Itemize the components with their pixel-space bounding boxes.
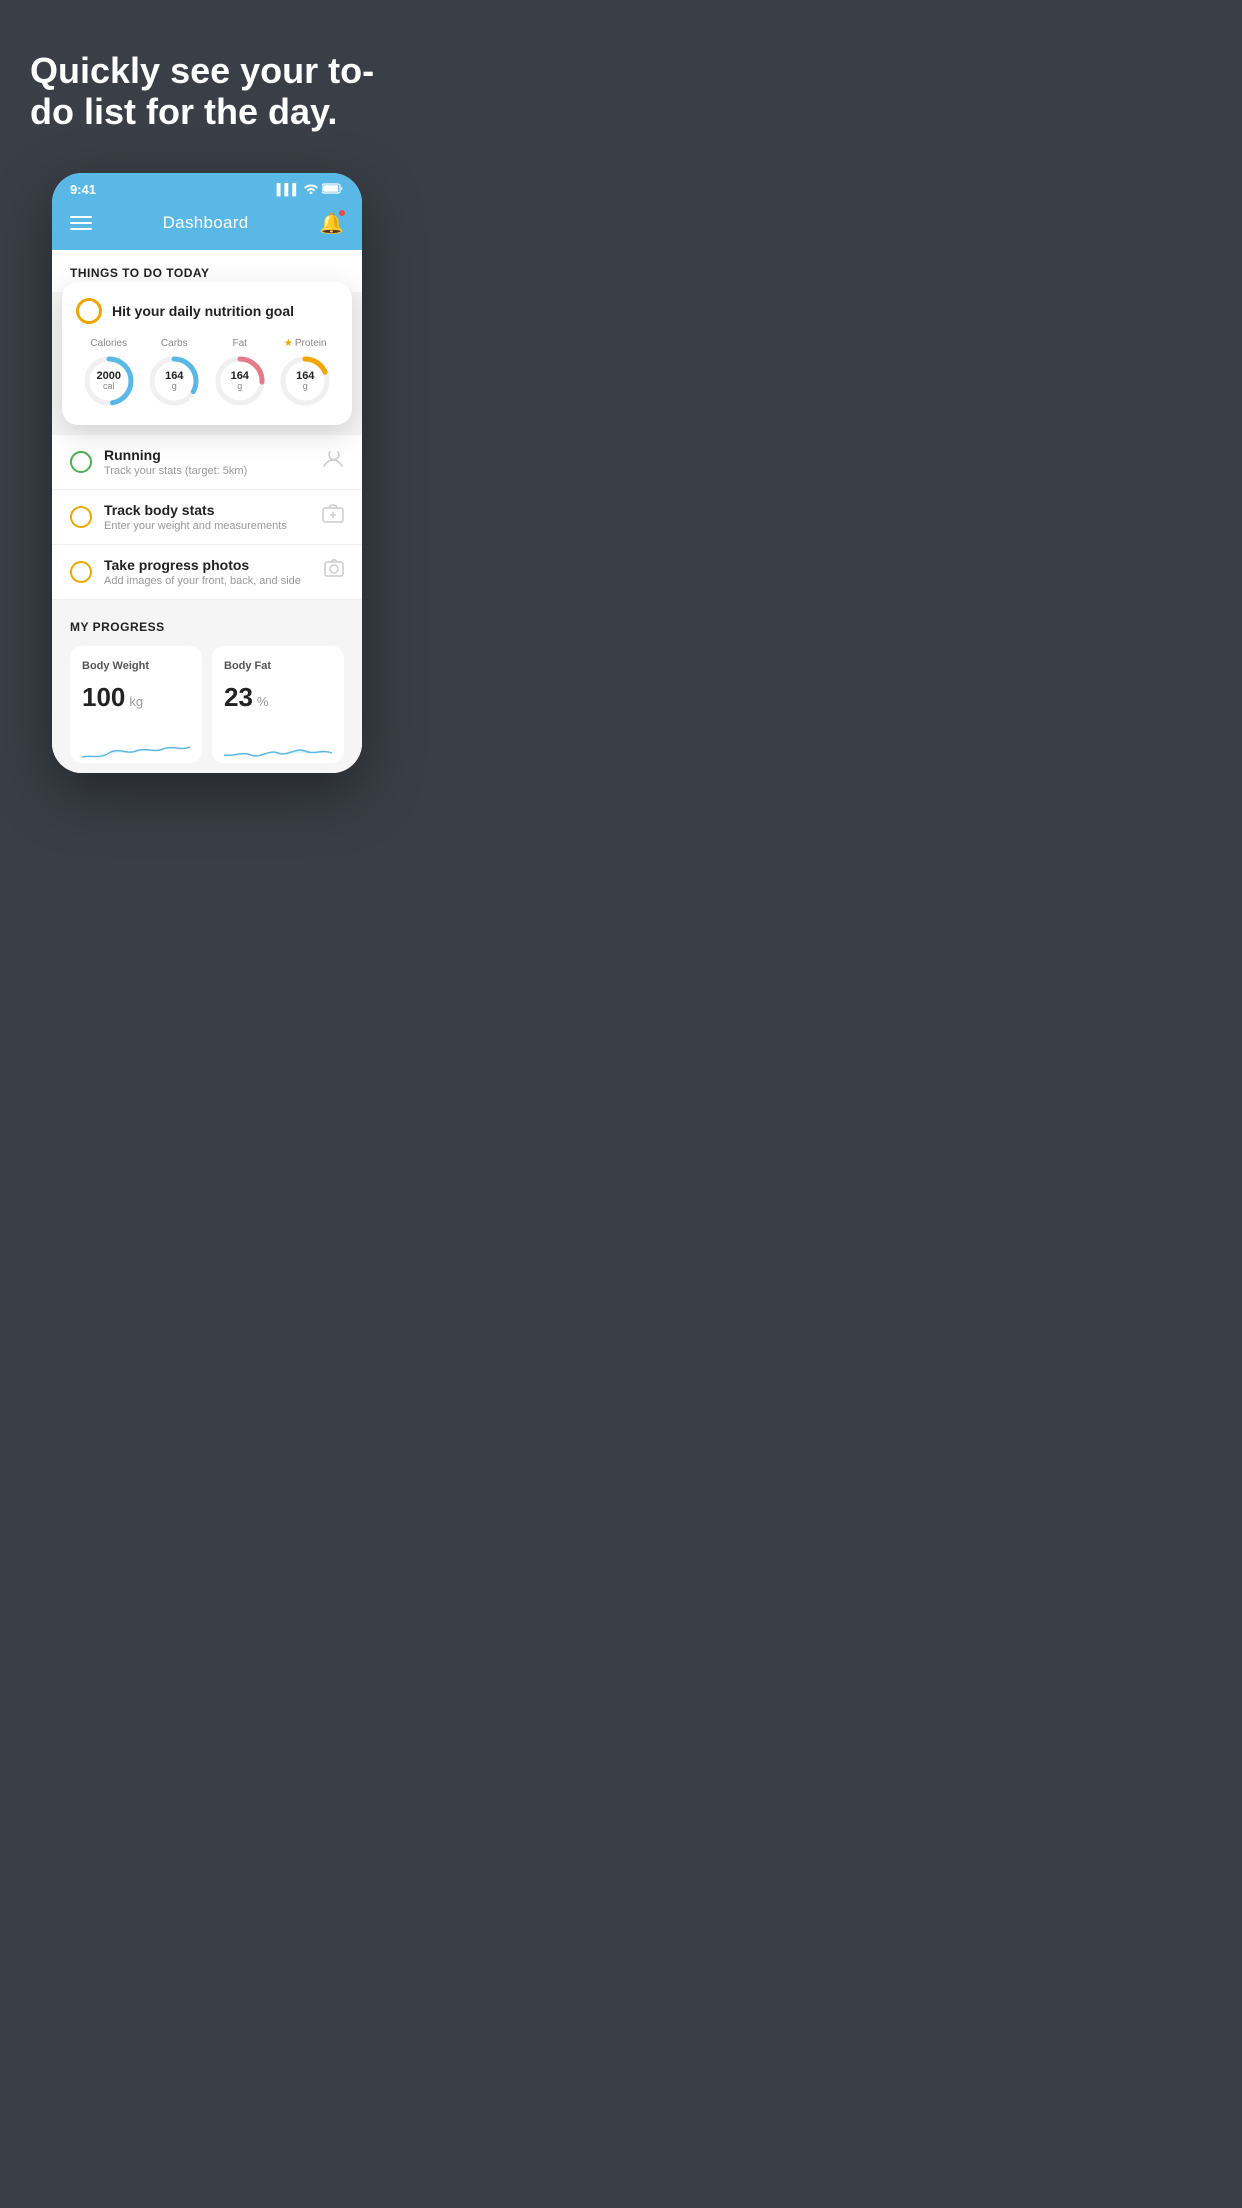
- nav-bar: Dashboard 🔔: [52, 203, 362, 250]
- running-title: Running: [104, 447, 310, 463]
- body-weight-label: Body Weight: [82, 660, 190, 672]
- progress-photos-subtitle: Add images of your front, back, and side: [104, 575, 312, 587]
- todo-list: Running Track your stats (target: 5km): [52, 435, 362, 600]
- progress-section-title: MY PROGRESS: [70, 620, 344, 634]
- hero-section: Quickly see your to-do list for the day.: [0, 0, 414, 163]
- body-fat-value-row: 23 %: [224, 682, 332, 713]
- body-stats-check[interactable]: [70, 506, 92, 528]
- protein-item: ★ Protein 164 g: [277, 338, 333, 409]
- body-weight-value: 100: [82, 682, 125, 713]
- notification-dot: [338, 209, 346, 217]
- protein-label: ★ Protein: [284, 338, 327, 349]
- calories-label: Calories: [90, 338, 127, 349]
- progress-cards: Body Weight 100 kg: [70, 646, 344, 763]
- fat-label: Fat: [233, 338, 247, 349]
- body-fat-chart: [224, 727, 332, 763]
- running-subtitle: Track your stats (target: 5km): [104, 465, 310, 477]
- body-stats-subtitle: Enter your weight and measurements: [104, 520, 310, 532]
- photo-icon: [324, 559, 344, 584]
- body-weight-card: Body Weight 100 kg: [70, 646, 202, 763]
- carbs-item: Carbs 164 g: [146, 338, 202, 409]
- progress-photos-check[interactable]: [70, 561, 92, 583]
- progress-photos-title: Take progress photos: [104, 557, 312, 573]
- status-time: 9:41: [70, 182, 96, 197]
- carbs-unit: g: [165, 382, 183, 392]
- progress-section: MY PROGRESS Body Weight 100 kg: [52, 600, 362, 773]
- fat-item: Fat 164 g: [212, 338, 268, 409]
- running-icon: [322, 450, 344, 473]
- battery-icon: [322, 183, 344, 197]
- section-title: THINGS TO DO TODAY: [70, 266, 209, 280]
- body-fat-unit: %: [257, 694, 269, 709]
- protein-donut: 164 g: [277, 353, 333, 409]
- signal-icon: ▌▌▌: [277, 184, 300, 196]
- notification-button[interactable]: 🔔: [319, 211, 344, 236]
- phone-frame: 9:41 ▌▌▌: [52, 173, 362, 773]
- body-weight-unit: kg: [129, 694, 143, 709]
- carbs-label: Carbs: [161, 338, 188, 349]
- star-icon: ★: [284, 338, 293, 349]
- nutrition-card: Hit your daily nutrition goal Calories: [62, 282, 352, 425]
- fat-unit: g: [231, 382, 249, 392]
- body-weight-chart: [82, 727, 190, 763]
- nutrition-card-title: Hit your daily nutrition goal: [112, 303, 294, 319]
- nutrition-card-header: Hit your daily nutrition goal: [76, 298, 338, 324]
- nutrition-check-circle[interactable]: [76, 298, 102, 324]
- scale-icon: [322, 504, 344, 529]
- calories-item: Calories 2000 cal: [81, 338, 137, 409]
- calories-unit: cal: [97, 382, 121, 392]
- status-bar: 9:41 ▌▌▌: [52, 173, 362, 203]
- status-icons: ▌▌▌: [277, 183, 344, 197]
- body-weight-value-row: 100 kg: [82, 682, 190, 713]
- page-wrapper: Quickly see your to-do list for the day.…: [0, 0, 414, 813]
- progress-photos-text: Take progress photos Add images of your …: [104, 557, 312, 587]
- body-stats-text: Track body stats Enter your weight and m…: [104, 502, 310, 532]
- fat-donut: 164 g: [212, 353, 268, 409]
- body-fat-card: Body Fat 23 %: [212, 646, 344, 763]
- todo-item-body-stats[interactable]: Track body stats Enter your weight and m…: [52, 490, 362, 545]
- running-text: Running Track your stats (target: 5km): [104, 447, 310, 477]
- protein-unit: g: [296, 382, 314, 392]
- nav-title: Dashboard: [163, 213, 249, 233]
- calories-donut: 2000 cal: [81, 353, 137, 409]
- carbs-donut: 164 g: [146, 353, 202, 409]
- body-fat-value: 23: [224, 682, 253, 713]
- body-stats-title: Track body stats: [104, 502, 310, 518]
- nutrition-circles: Calories 2000 cal: [76, 338, 338, 409]
- menu-button[interactable]: [70, 216, 92, 230]
- hero-title: Quickly see your to-do list for the day.: [30, 50, 384, 133]
- body-fat-label: Body Fat: [224, 660, 332, 672]
- phone-content: THINGS TO DO TODAY Hit your daily nutrit…: [52, 250, 362, 773]
- running-check[interactable]: [70, 451, 92, 473]
- todo-item-progress-photos[interactable]: Take progress photos Add images of your …: [52, 545, 362, 600]
- todo-item-running[interactable]: Running Track your stats (target: 5km): [52, 435, 362, 490]
- wifi-icon: [304, 183, 318, 197]
